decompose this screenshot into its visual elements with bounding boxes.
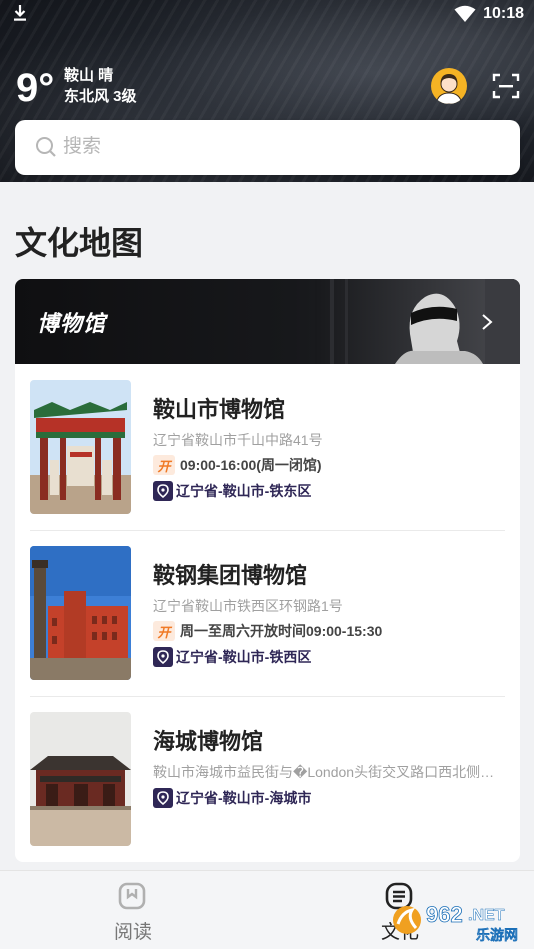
museum-hours-row: 开 周一至周六开放时间09:00-15:30 <box>153 621 382 641</box>
museum-region-row: 辽宁省-鞍山市-铁西区 <box>153 647 311 667</box>
weather-temperature: 9° <box>16 66 55 110</box>
status-bar: 10:18 <box>0 0 534 28</box>
museum-thumbnail <box>30 546 131 680</box>
user-avatar-icon <box>435 74 463 104</box>
svg-text:乐游网: 乐游网 <box>476 927 518 944</box>
avatar[interactable] <box>431 68 467 104</box>
museum-address: 辽宁省鞍山市铁西区环钢路1号 <box>153 598 343 614</box>
chevron-right-icon <box>482 314 493 330</box>
tab-label: 阅读 <box>113 922 152 943</box>
location-pin-icon <box>153 788 173 808</box>
museum-item[interactable]: 海城博物馆 鞍山市海城市益民街与�London头街交叉路口西北侧(中基·... … <box>15 696 520 862</box>
museum-address: 鞍山市海城市益民街与�London头街交叉路口西北侧(中基·... <box>153 764 498 780</box>
museum-hours: 周一至周六开放时间09:00-15:30 <box>180 623 383 639</box>
museum-hours-row: 开 09:00-16:00(周一闭馆) <box>153 455 322 475</box>
search-input[interactable] <box>63 132 483 162</box>
status-time: 10:18 <box>483 5 524 22</box>
museum-region: 辽宁省-鞍山市-铁西区 <box>176 649 312 665</box>
download-icon <box>14 5 26 21</box>
banner-title: 博物馆 <box>37 311 107 336</box>
museum-item[interactable]: 鞍山市博物馆 辽宁省鞍山市千山中路41号 开 09:00-16:00(周一闭馆)… <box>15 364 520 530</box>
museum-name: 鞍钢集团博物馆 <box>153 563 308 588</box>
museum-card: 博物馆 鞍山市博物馆 辽宁省鞍山市千山中路41号 开 09:00-16:00(周… <box>15 279 520 862</box>
museum-region: 辽宁省-鞍山市-海城市 <box>176 790 312 806</box>
weather-wind: 东北风 3级 <box>64 88 137 105</box>
museum-name: 鞍山市博物馆 <box>153 397 286 422</box>
museum-banner[interactable]: 博物馆 <box>15 279 520 364</box>
search-bar[interactable] <box>15 120 520 175</box>
section-title: 文化地图 <box>15 225 144 261</box>
open-badge: 开 <box>153 621 175 641</box>
weather-info: 鞍山 晴 东北风 3级 <box>64 65 137 107</box>
museum-region-row: 辽宁省-鞍山市-海城市 <box>153 788 311 808</box>
museum-name: 海城博物馆 <box>153 729 264 754</box>
museum-thumbnail <box>30 712 131 846</box>
scan-icon[interactable] <box>492 72 520 100</box>
location-pin-icon <box>153 647 173 667</box>
museum-hours: 09:00-16:00(周一闭馆) <box>180 457 322 473</box>
museum-region: 辽宁省-鞍山市-铁东区 <box>176 483 312 499</box>
svg-text:962: 962 <box>426 902 463 927</box>
wifi-icon <box>454 5 476 22</box>
search-icon <box>36 137 56 157</box>
location-pin-icon <box>153 481 173 501</box>
tab-read[interactable]: 阅读 <box>53 871 213 949</box>
watermark-logo: 962 .NET 乐游网 <box>393 902 518 944</box>
museum-region-row: 辽宁省-鞍山市-铁东区 <box>153 481 311 501</box>
museum-address: 辽宁省鞍山市千山中路41号 <box>153 432 323 448</box>
svg-text:.NET: .NET <box>468 907 505 924</box>
weather-city-condition: 鞍山 晴 <box>64 67 114 84</box>
museum-thumbnail <box>30 380 131 514</box>
museum-item[interactable]: 鞍钢集团博物馆 辽宁省鞍山市铁西区环钢路1号 开 周一至周六开放时间09:00-… <box>15 530 520 696</box>
open-badge: 开 <box>153 455 175 475</box>
book-icon <box>118 882 146 910</box>
